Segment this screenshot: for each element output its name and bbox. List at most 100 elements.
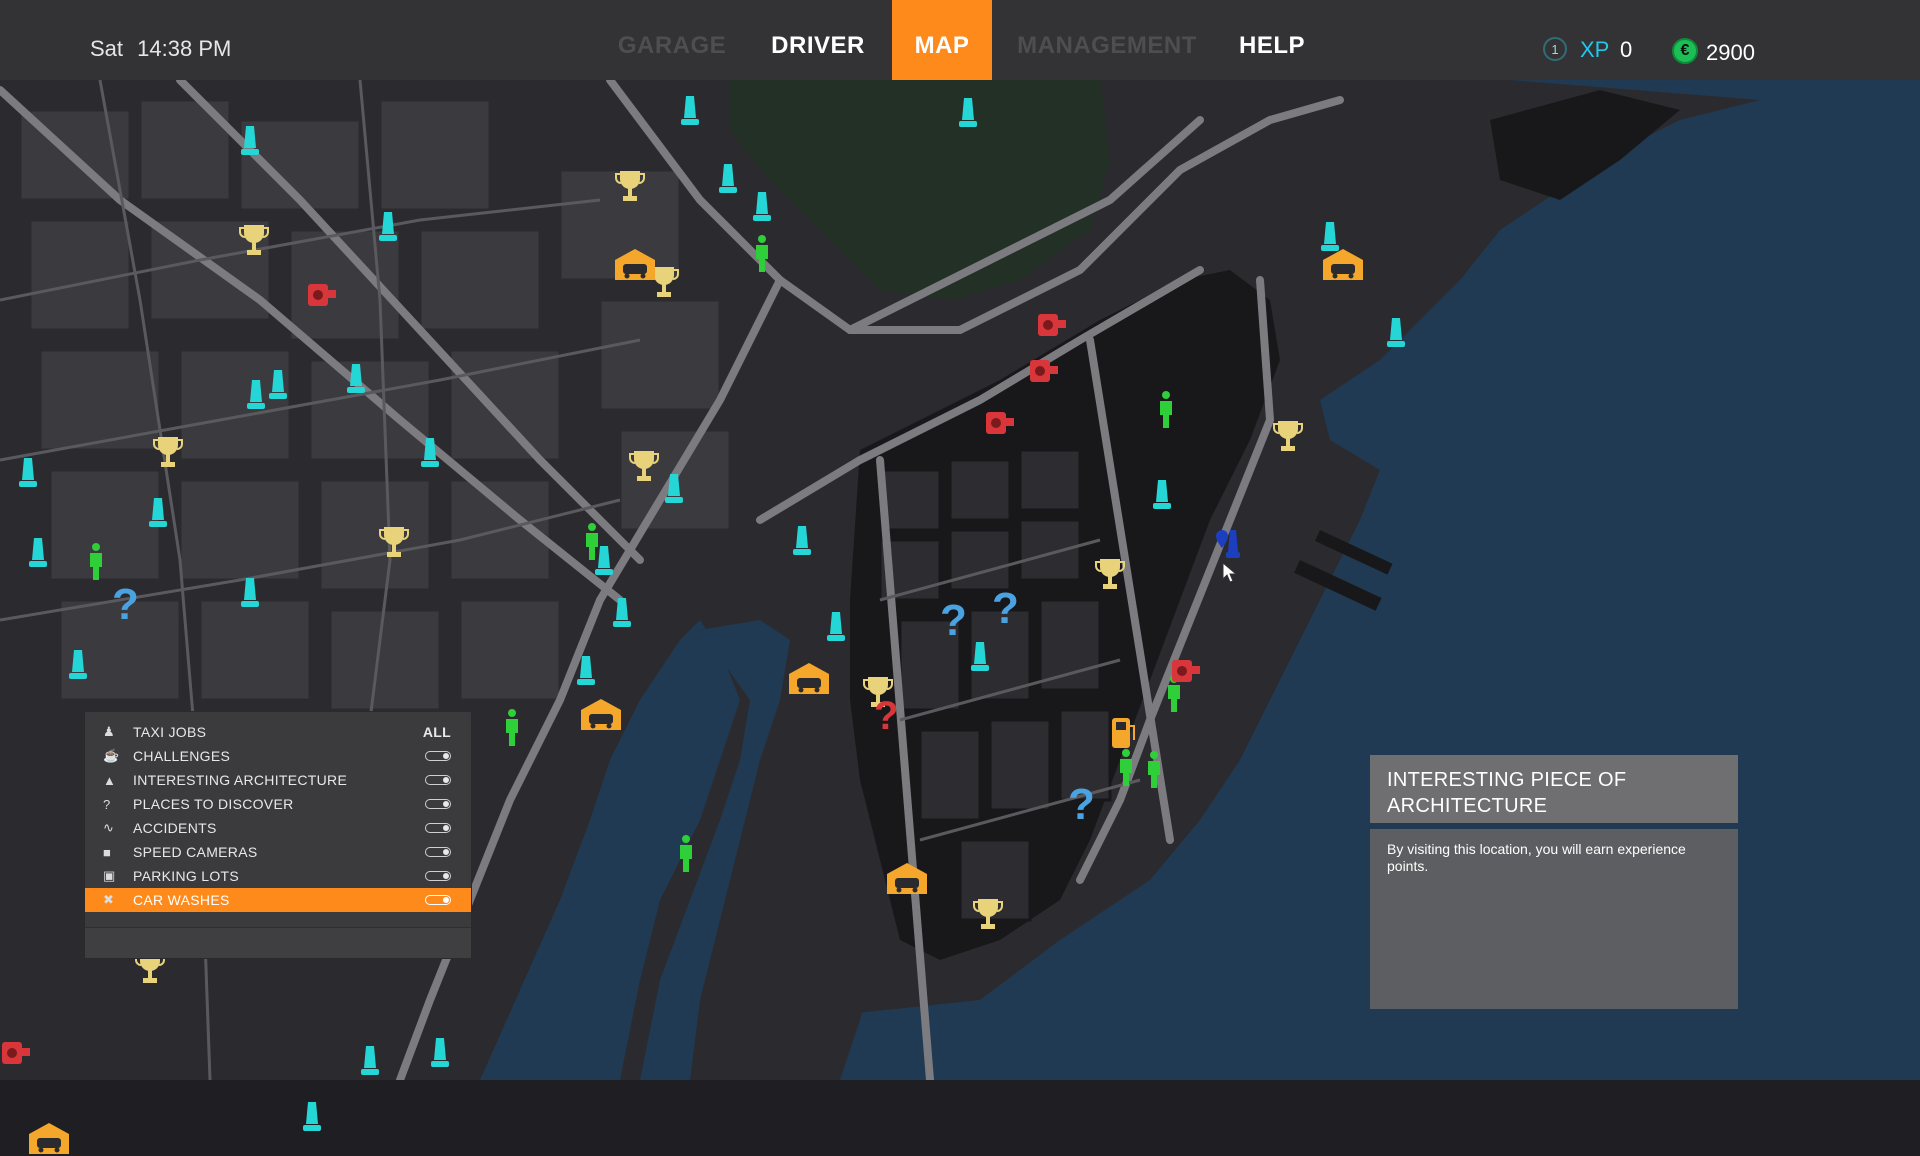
architecture-marker[interactable] — [430, 1036, 450, 1070]
architecture-marker[interactable] — [360, 1044, 380, 1078]
filter-toggle[interactable] — [425, 799, 451, 809]
architecture-marker[interactable] — [240, 124, 260, 158]
architecture-marker[interactable] — [302, 1100, 322, 1134]
question-marker[interactable]: ? — [1068, 780, 1095, 830]
main-tabs: GARAGE DRIVER MAP MANAGEMENT HELP — [600, 0, 1322, 80]
fuel-station-marker[interactable] — [1108, 712, 1138, 752]
trophy-marker[interactable] — [614, 168, 646, 206]
architecture-marker[interactable] — [420, 436, 440, 470]
xp-value: 0 — [1620, 37, 1633, 62]
filter-parking-lots[interactable]: ▣ PARKING LOTS — [85, 864, 471, 888]
tab-help[interactable]: HELP — [1222, 0, 1322, 80]
filter-accidents[interactable]: ∿ ACCIDENTS — [85, 816, 471, 840]
car-wash-marker[interactable] — [1320, 246, 1366, 282]
selected-architecture-marker[interactable] — [1212, 526, 1242, 566]
architecture-marker[interactable] — [792, 524, 812, 558]
architecture-marker[interactable] — [664, 472, 684, 506]
car-wash-marker[interactable] — [884, 860, 930, 896]
architecture-marker[interactable] — [752, 190, 772, 224]
day-label: Sat — [90, 36, 124, 61]
taxi-job-marker[interactable] — [1156, 390, 1176, 430]
car-wash-marker[interactable] — [612, 246, 658, 282]
trophy-marker[interactable] — [972, 896, 1004, 934]
car-wash-marker[interactable] — [786, 660, 832, 696]
architecture-marker[interactable] — [378, 210, 398, 244]
architecture-marker[interactable] — [18, 456, 38, 490]
trophy-marker[interactable] — [152, 434, 184, 472]
speed-camera-marker[interactable] — [306, 280, 340, 310]
question-marker[interactable]: ? — [992, 584, 1019, 634]
monument-icon: ▲ — [103, 772, 117, 788]
map-filter-panel: ♟ TAXI JOBS ALL ☕ CHALLENGES ▲ INTERESTI… — [85, 712, 471, 958]
speed-camera-marker[interactable] — [1028, 356, 1062, 386]
filter-label: CHALLENGES — [133, 748, 231, 764]
question-icon: ? — [103, 796, 111, 812]
level-badge: 1 — [1543, 37, 1567, 61]
taxi-job-marker[interactable] — [1116, 748, 1136, 788]
filter-toggle[interactable] — [425, 847, 451, 857]
speed-camera-marker[interactable] — [0, 1038, 34, 1068]
date-time: Sat 14:38 PM — [90, 36, 231, 62]
taxi-job-marker[interactable] — [582, 522, 602, 562]
speed-camera-marker[interactable] — [1036, 310, 1070, 340]
filter-toggle[interactable] — [425, 823, 451, 833]
architecture-marker[interactable] — [970, 640, 990, 674]
taxi-job-marker[interactable] — [86, 542, 106, 582]
tab-map[interactable]: MAP — [892, 0, 992, 80]
filter-label: TAXI JOBS — [133, 724, 207, 740]
architecture-marker[interactable] — [1386, 316, 1406, 350]
question-marker[interactable]: ? — [112, 580, 139, 630]
speed-camera-marker[interactable] — [1170, 656, 1204, 686]
architecture-marker[interactable] — [68, 648, 88, 682]
trophy-marker[interactable] — [1272, 418, 1304, 456]
taxi-job-marker[interactable] — [676, 834, 696, 874]
filter-architecture[interactable]: ▲ INTERESTING ARCHITECTURE — [85, 768, 471, 792]
money-value: 2900 — [1706, 40, 1755, 65]
architecture-marker[interactable] — [268, 368, 288, 402]
filter-label: PLACES TO DISCOVER — [133, 796, 294, 812]
question-marker[interactable]: ? — [940, 596, 967, 646]
tab-management[interactable]: MANAGEMENT — [992, 0, 1222, 80]
filter-label: PARKING LOTS — [133, 868, 240, 884]
trophy-marker[interactable] — [1094, 556, 1126, 594]
car-wash-marker[interactable] — [26, 1120, 72, 1156]
accident-marker[interactable]: ? — [874, 694, 898, 739]
filter-panel-footer — [85, 927, 471, 958]
info-panel-title: INTERESTING PIECE OF ARCHITECTURE — [1387, 769, 1627, 817]
taxi-job-marker[interactable] — [752, 234, 772, 274]
architecture-marker[interactable] — [240, 576, 260, 610]
taxi-job-marker[interactable] — [502, 708, 522, 748]
architecture-marker[interactable] — [148, 496, 168, 530]
filter-speed-cameras[interactable]: ■ SPEED CAMERAS — [85, 840, 471, 864]
tab-driver[interactable]: DRIVER — [744, 0, 892, 80]
filter-places-to-discover[interactable]: ? PLACES TO DISCOVER — [85, 792, 471, 816]
trophy-marker[interactable] — [628, 448, 660, 486]
filter-taxi-jobs[interactable]: ♟ TAXI JOBS ALL — [85, 720, 471, 744]
car-wash-marker[interactable] — [578, 696, 624, 732]
filter-challenges[interactable]: ☕ CHALLENGES — [85, 744, 471, 768]
filter-car-washes[interactable]: ✖ CAR WASHES — [85, 888, 471, 912]
top-bar: Sat 14:38 PM GARAGE DRIVER MAP MANAGEMEN… — [0, 0, 1920, 80]
architecture-marker[interactable] — [958, 96, 978, 130]
parking-icon: ▣ — [103, 868, 116, 883]
architecture-marker[interactable] — [246, 378, 266, 412]
filter-toggle[interactable] — [425, 751, 451, 761]
filter-toggle[interactable] — [425, 871, 451, 881]
architecture-marker[interactable] — [346, 362, 366, 396]
filter-all-label[interactable]: ALL — [423, 724, 451, 740]
architecture-marker[interactable] — [680, 94, 700, 128]
trophy-marker[interactable] — [238, 222, 270, 260]
trophy-marker[interactable] — [378, 524, 410, 562]
tab-garage[interactable]: GARAGE — [600, 0, 744, 80]
speed-camera-marker[interactable] — [984, 408, 1018, 438]
architecture-marker[interactable] — [576, 654, 596, 688]
architecture-marker[interactable] — [718, 162, 738, 196]
filter-toggle[interactable] — [425, 895, 451, 905]
filter-toggle[interactable] — [425, 775, 451, 785]
architecture-marker[interactable] — [28, 536, 48, 570]
filter-label: INTERESTING ARCHITECTURE — [133, 772, 348, 788]
architecture-marker[interactable] — [612, 596, 632, 630]
architecture-marker[interactable] — [826, 610, 846, 644]
architecture-marker[interactable] — [1152, 478, 1172, 512]
taxi-job-marker[interactable] — [1144, 750, 1164, 790]
